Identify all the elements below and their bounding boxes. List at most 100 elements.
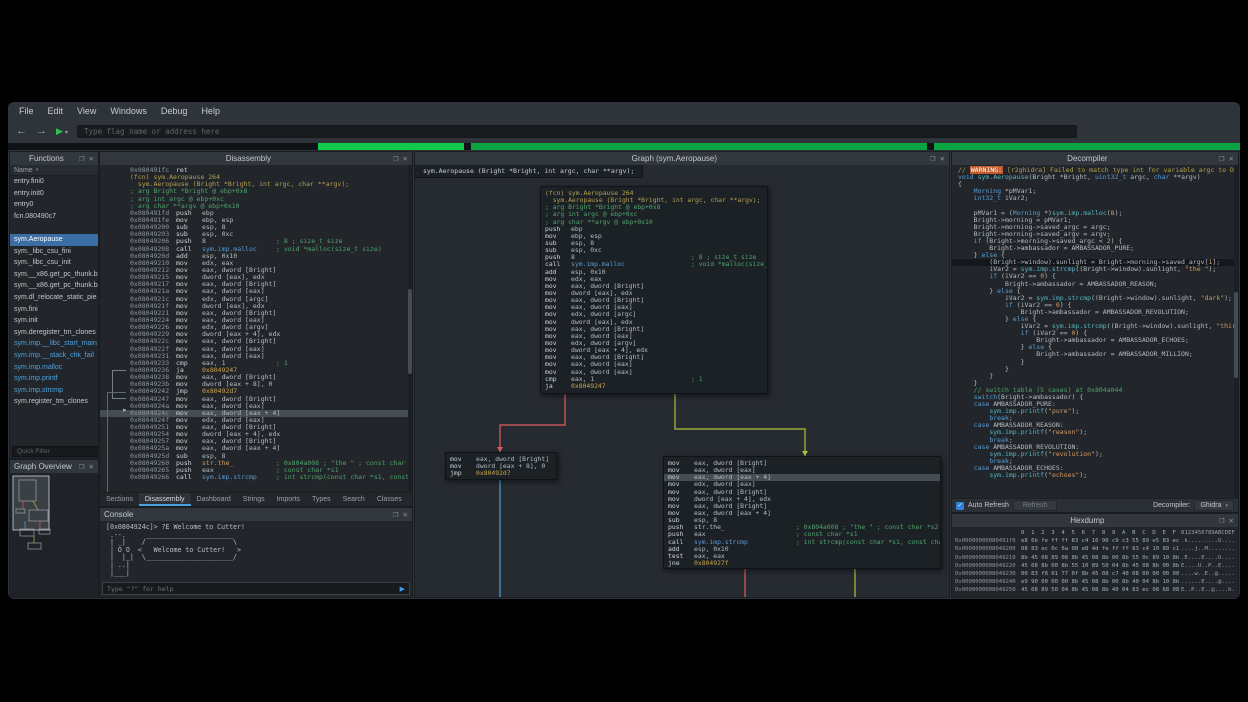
scrollbar-thumb[interactable] [1234,292,1238,379]
menu-item[interactable]: File [12,104,41,118]
graph-canvas[interactable]: sym.Aeropause (Bright *Bright, int argc,… [415,165,949,597]
panel-tab[interactable]: Dashboard [191,493,237,506]
decompiler-select[interactable]: Ghidra▾ [1194,500,1234,511]
scrollbar-thumb[interactable] [408,289,412,374]
panel-tab[interactable]: Types [306,493,337,506]
undock-icon[interactable]: ❐ [79,463,85,471]
hexdump-row[interactable]: 0x000000000804923000 83 f8 01 77 0f 8b 4… [955,570,1238,578]
panel-tab[interactable]: Strings [237,493,271,506]
menu-item[interactable]: Debug [154,104,195,118]
decompiler-line[interactable]: int32_t iVar2; [952,195,1238,202]
auto-refresh-checkbox[interactable]: ✓ [956,502,964,510]
close-icon[interactable]: ✕ [1229,517,1234,525]
basic-block-entry[interactable]: (fcn) sym.Aeropause 264 sym.Aeropause (B… [540,186,768,394]
function-list-item[interactable]: sym._libc_csu_init [10,257,98,269]
disassembly-view[interactable]: 0x080491fcret(fcn) sym.Aeropause 264 sym… [100,165,412,492]
hexdump-view[interactable]: 0 1 2 3 4 5 6 7 8 9 A B C D E F012345678… [952,527,1238,597]
function-list-item[interactable] [10,222,98,234]
function-list-item[interactable]: entry.fini0 [10,176,98,188]
undock-icon[interactable]: ❐ [393,155,399,163]
panel-tab[interactable]: Search [337,493,371,506]
panel-tab[interactable]: Imports [271,493,306,506]
undock-icon[interactable]: ❐ [930,155,936,163]
continue-button[interactable]: ▶▾ [56,126,68,137]
hex-columns-header: 0 1 2 3 4 5 6 7 8 9 A B C D E F [1021,529,1181,537]
seek-input[interactable] [77,125,1077,138]
panel-tab[interactable]: Disassembly [139,493,191,506]
mnemonic: jne [668,560,694,567]
quick-filter-input[interactable] [12,446,98,457]
hexdump-row[interactable]: 0x00000000080491f0e8 6b fe ff ff 83 c4 1… [955,537,1238,545]
graph-line[interactable]: jmp0x80492d7 [446,470,556,477]
function-list-item[interactable]: sym._libc_csu_fini [10,246,98,258]
disassembly-line[interactable]: 0x08049266callsym.imp.strcmp; int strcmp… [100,474,412,481]
back-button[interactable]: ← [16,126,27,137]
send-icon[interactable]: ▶ [396,585,409,593]
menu-item[interactable]: Help [194,104,227,118]
decompiler-code: // WARNING: [r2ghidra] Failed to match t… [952,165,1238,498]
seek-bar-segment[interactable] [318,143,463,150]
seek-bar[interactable] [8,143,1240,150]
function-list-item[interactable]: sym.dl_relocate_static_pie [10,292,98,304]
menu-item[interactable]: Edit [41,104,71,118]
function-list-item[interactable]: sym.imp.__libc_start_main [10,338,98,350]
undock-icon[interactable]: ❐ [1219,517,1225,525]
graph-line[interactable]: jne0x804927f [664,560,940,567]
close-icon[interactable]: ✕ [403,155,408,163]
function-list-item[interactable]: sym.imp.__stack_chk_fail [10,350,98,362]
menu-item[interactable]: View [70,104,103,118]
function-list-item[interactable]: entry.init0 [10,188,98,200]
decompiler-line[interactable]: } [952,373,1238,380]
panel-tab[interactable]: Sections [100,493,139,506]
function-list-item[interactable]: sym.fini [10,304,98,316]
graph-overview-minimap[interactable] [10,473,98,597]
hexdump-row[interactable]: 0x0000000008049240e9 90 00 00 00 8b 45 0… [955,578,1238,586]
function-list-item[interactable]: sym.imp.strcmp [10,385,98,397]
function-list-item[interactable]: sym.imp.malloc [10,362,98,374]
console-input[interactable] [103,583,396,594]
decompiler-line[interactable]: } [952,366,1238,373]
function-list-item[interactable]: sym.imp.printf [10,373,98,385]
refresh-button[interactable]: Refresh [1013,500,1058,511]
close-icon[interactable]: ✕ [940,155,945,163]
function-list-item[interactable]: sym.register_tm_clones [10,396,98,408]
close-icon[interactable]: ✕ [1229,155,1234,163]
decompiler-view[interactable]: // WARNING: [r2ghidra] Failed to match t… [952,165,1238,498]
basic-block-false-branch[interactable]: moveax, dword [Bright]movdword [eax + 8]… [445,452,557,480]
function-list-item[interactable]: fcn.080490c7 [10,211,98,223]
decompiler-scrollbar[interactable] [1234,165,1238,498]
forward-button[interactable]: → [36,126,47,137]
panel-tab[interactable]: Classes [371,493,408,506]
hexdump-row[interactable]: 0x000000000804925045 08 89 50 04 8b 45 0… [955,586,1238,594]
disassembly-scrollbar[interactable] [408,165,412,492]
hexdump-row[interactable]: 0x000000000804920008 83 ec 0c 6a 08 e8 4… [955,545,1238,553]
menu-item[interactable]: Windows [103,104,154,118]
hex-ascii: E..P..E..@....h. [1181,586,1235,594]
functions-column-header[interactable]: Name ▾ [10,165,98,176]
function-list-item[interactable]: sym.Aeropause [10,234,98,246]
graph-panel: Graph (sym.Aeropause) ❐✕ sym.Aeropause (… [415,152,949,597]
undock-icon[interactable]: ❐ [1219,155,1225,163]
function-list-item[interactable]: entry0 [10,199,98,211]
console-output: [0x0804924c]> ?E Welcome to Cutter! .--.… [100,521,412,581]
close-icon[interactable]: ✕ [89,463,94,471]
close-icon[interactable]: ✕ [403,511,408,519]
undock-icon[interactable]: ❐ [393,511,399,519]
seek-bar-segment[interactable] [471,143,927,150]
graph-line[interactable]: ja0x8049247 [541,383,767,390]
hexdump-row[interactable]: 0x00000000080492108b 45 08 89 08 8b 45 0… [955,554,1238,562]
graph-overview-panel: Graph Overview ❐✕ [10,460,98,597]
comment: ; 1 [276,360,288,367]
close-icon[interactable]: ✕ [89,155,94,163]
seek-bar-segment[interactable] [934,143,1240,150]
function-list-item[interactable]: sym.__x86.get_pc_thunk.bp [10,269,98,281]
decompiler-line[interactable]: sym.imp.printf("echoes"); [952,472,1238,479]
function-list-item[interactable]: sym.deregister_tm_clones [10,327,98,339]
hexdump-row[interactable]: 0x000000000804922045 08 8b 00 8b 55 10 8… [955,562,1238,570]
comment: ; int strcmp(const char *s1, const char … [796,539,941,546]
function-list-item[interactable]: sym.init [10,315,98,327]
function-list-item[interactable]: sym.__x86.get_pc_thunk.bx [10,280,98,292]
decompiler-line[interactable]: void sym.Aeropause(Bright *Bright, uint3… [952,174,1238,181]
undock-icon[interactable]: ❐ [79,155,85,163]
basic-block-true-branch[interactable]: moveax, dword [Bright]moveax, dword [eax… [663,456,941,569]
